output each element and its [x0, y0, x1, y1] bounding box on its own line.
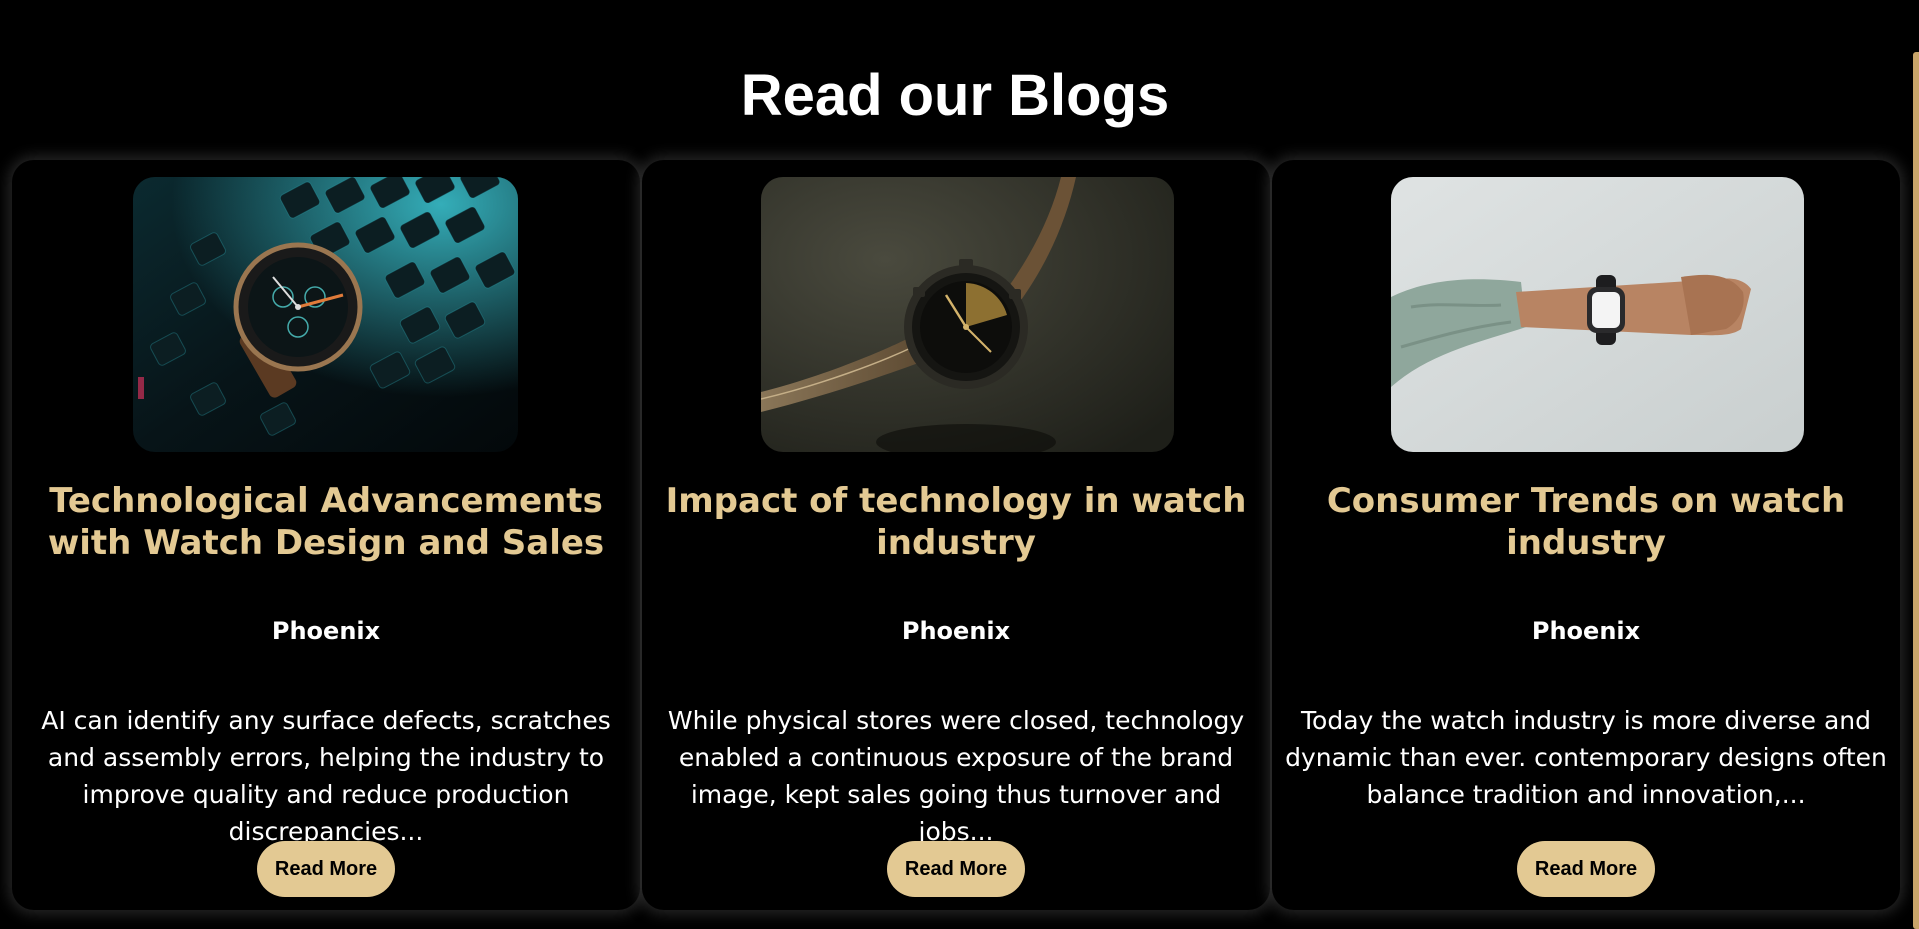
blog-excerpt: AI can identify any surface defects, scr… — [41, 706, 611, 846]
watch-on-keyboard-image — [133, 177, 518, 452]
blog-title: Technological Advancements with Watch De… — [47, 481, 605, 563]
blog-title: Impact of technology in watch industry — [665, 481, 1247, 563]
read-more-button[interactable]: Read More — [1517, 841, 1655, 897]
leather-strap-watch-photo — [761, 177, 1174, 452]
blog-author: Phoenix — [901, 617, 1011, 645]
blog-author: Phoenix — [271, 617, 381, 645]
section-title: Read our Blogs — [740, 63, 1170, 128]
blog-excerpt: While physical stores were closed, techn… — [667, 706, 1245, 846]
blog-card: Impact of technology in watch industry P… — [642, 160, 1270, 910]
blog-card: Technological Advancements with Watch De… — [12, 160, 640, 910]
blog-card: Consumer Trends on watch industry Phoeni… — [1272, 160, 1900, 910]
blog-excerpt: Today the watch industry is more diverse… — [1285, 706, 1887, 809]
blog-card-list: Technological Advancements with Watch De… — [12, 160, 1900, 910]
leather-strap-watch-image — [761, 177, 1174, 452]
blog-title: Consumer Trends on watch industry — [1326, 481, 1846, 563]
smartwatch-on-wrist-photo — [1391, 177, 1804, 452]
read-more-button[interactable]: Read More — [257, 841, 395, 897]
blog-section: Read our Blogs Technological Advancement… — [0, 0, 1919, 929]
blog-author: Phoenix — [1531, 617, 1641, 645]
read-more-button[interactable]: Read More — [887, 841, 1025, 897]
watch-on-keyboard-photo — [133, 177, 518, 452]
vertical-scrollbar[interactable] — [1913, 52, 1919, 929]
smartwatch-on-wrist-image — [1391, 177, 1804, 452]
